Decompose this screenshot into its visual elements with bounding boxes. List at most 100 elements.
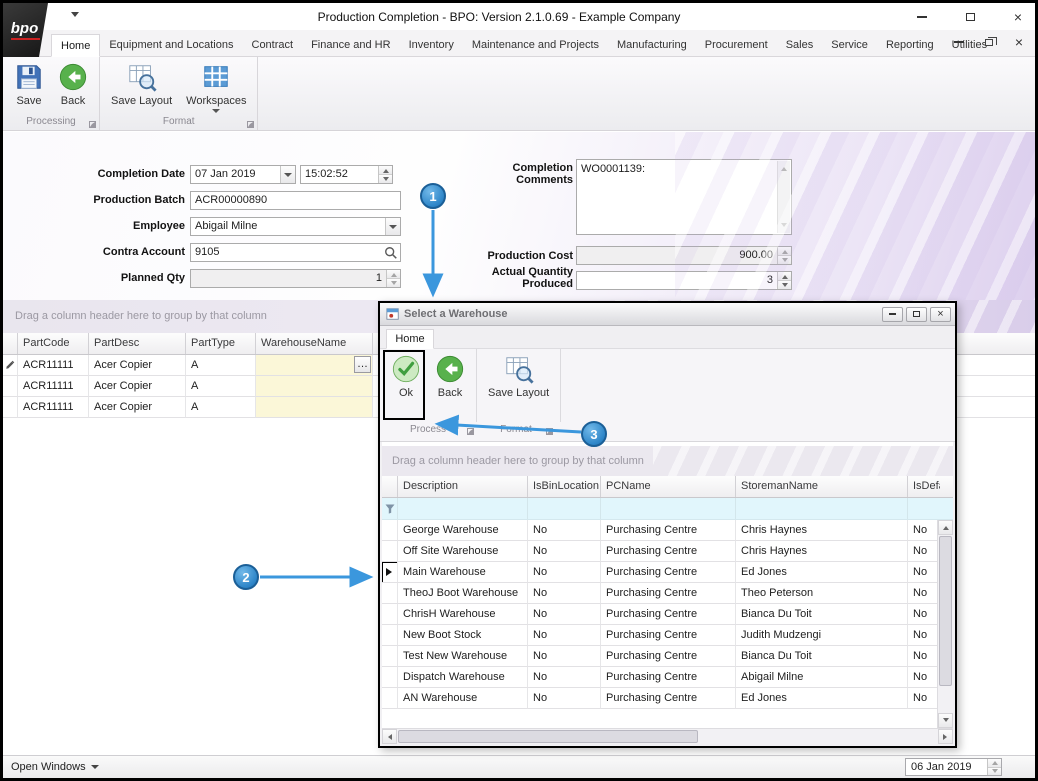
cell-isbinlocation[interactable]: No	[528, 604, 601, 625]
ok-button[interactable]: Ok	[384, 351, 428, 399]
cell-partdesc[interactable]: Acer Copier	[89, 355, 186, 376]
tab-home[interactable]: Home	[51, 34, 100, 57]
cell-partcode[interactable]: ACR11111	[18, 397, 89, 418]
cell-description[interactable]: Dispatch Warehouse	[398, 667, 528, 688]
cell-warehousename[interactable]: …	[256, 355, 373, 376]
tab-inventory[interactable]: Inventory	[400, 34, 463, 57]
tab-contract[interactable]: Contract	[243, 34, 303, 57]
cell-description[interactable]: AN Warehouse	[398, 688, 528, 709]
cell-description[interactable]: Main Warehouse	[398, 562, 528, 583]
warehouse-row[interactable]: George Warehouse No Purchasing Centre Ch…	[382, 520, 953, 541]
cell-isbinlocation[interactable]: No	[528, 583, 601, 604]
dialog-tab-home[interactable]: Home	[386, 329, 434, 349]
cell-pcname[interactable]: Purchasing Centre	[601, 583, 736, 604]
filter-cell[interactable]	[736, 498, 908, 519]
time-spinner[interactable]	[378, 166, 392, 183]
cell-isdefault[interactable]: No	[908, 562, 940, 583]
cell-isdefault[interactable]: No	[908, 520, 940, 541]
tab-manufacturing[interactable]: Manufacturing	[608, 34, 696, 57]
chevron-down-icon[interactable]	[385, 218, 400, 235]
quick-access-caret-icon[interactable]	[71, 12, 79, 21]
cell-description[interactable]: TheoJ Boot Warehouse	[398, 583, 528, 604]
column-header-isbinlocation[interactable]: IsBinLocation	[528, 476, 601, 497]
cell-warehousename[interactable]	[256, 397, 373, 418]
cell-description[interactable]: George Warehouse	[398, 520, 528, 541]
cell-isdefault[interactable]: No	[908, 667, 940, 688]
cell-description[interactable]: Off Site Warehouse	[398, 541, 528, 562]
save-button[interactable]: Save	[7, 59, 51, 107]
warehouse-row[interactable]: AN Warehouse No Purchasing Centre Ed Jon…	[382, 688, 953, 709]
cell-isbinlocation[interactable]: No	[528, 625, 601, 646]
completion-date-input[interactable]: 07 Jan 2019	[190, 165, 296, 184]
dialog-back-button[interactable]: Back	[428, 351, 472, 399]
cell-description[interactable]: ChrisH Warehouse	[398, 604, 528, 625]
scroll-up-button[interactable]	[938, 520, 953, 535]
child-close-button[interactable]: ×	[1013, 36, 1025, 48]
tab-finance-and-hr[interactable]: Finance and HR	[302, 34, 400, 57]
dialog-minimize-button[interactable]	[882, 307, 903, 322]
scroll-down-button[interactable]	[938, 713, 953, 728]
cell-isbinlocation[interactable]: No	[528, 541, 601, 562]
warehouse-row[interactable]: TheoJ Boot Warehouse No Purchasing Centr…	[382, 583, 953, 604]
dialog-titlebar[interactable]: Select a Warehouse ×	[380, 303, 955, 326]
completion-comments-textarea[interactable]: WO0001139:	[576, 159, 792, 235]
warehouse-row[interactable]: ChrisH Warehouse No Purchasing Centre Bi…	[382, 604, 953, 625]
search-icon[interactable]	[384, 246, 398, 260]
warehouse-row[interactable]: Off Site Warehouse No Purchasing Centre …	[382, 541, 953, 562]
tab-maintenance-and-projects[interactable]: Maintenance and Projects	[463, 34, 608, 57]
warehouse-row-selected[interactable]: Main Warehouse No Purchasing Centre Ed J…	[382, 562, 953, 583]
group-launcher-icon[interactable]	[89, 121, 96, 128]
cell-isdefault[interactable]: No	[908, 604, 940, 625]
horizontal-scrollbar[interactable]	[382, 728, 953, 744]
cell-storemanname[interactable]: Abigail Milne	[736, 667, 908, 688]
column-header-description[interactable]: Description	[398, 476, 528, 497]
cell-storemanname[interactable]: Judith Mudzengi	[736, 625, 908, 646]
textarea-scrollbar[interactable]	[777, 161, 790, 233]
cell-isdefault[interactable]: No	[908, 688, 940, 709]
cell-storemanname[interactable]: Bianca Du Toit	[736, 604, 908, 625]
cell-pcname[interactable]: Purchasing Centre	[601, 688, 736, 709]
employee-select[interactable]: Abigail Milne	[190, 217, 401, 236]
scroll-left-button[interactable]	[382, 729, 397, 744]
column-header-parttype[interactable]: PartType	[186, 333, 256, 354]
cell-storemanname[interactable]: Bianca Du Toit	[736, 646, 908, 667]
cell-partcode[interactable]: ACR11111	[18, 376, 89, 397]
column-header-warehousename[interactable]: WarehouseName	[256, 333, 373, 354]
group-launcher-icon[interactable]	[546, 428, 553, 435]
cell-isbinlocation[interactable]: No	[528, 688, 601, 709]
chevron-down-icon[interactable]	[280, 166, 295, 183]
cell-storemanname[interactable]: Theo Peterson	[736, 583, 908, 604]
cell-storemanname[interactable]: Ed Jones	[736, 562, 908, 583]
group-launcher-icon[interactable]	[467, 428, 474, 435]
cell-partcode[interactable]: ACR11111	[18, 355, 89, 376]
actual-qty-spinner[interactable]	[777, 272, 791, 289]
warehouse-row[interactable]: New Boot Stock No Purchasing Centre Judi…	[382, 625, 953, 646]
save-layout-button[interactable]: Save Layout	[104, 59, 179, 107]
column-header-pcname[interactable]: PCName	[601, 476, 736, 497]
cell-storemanname[interactable]: Chris Haynes	[736, 541, 908, 562]
cell-pcname[interactable]: Purchasing Centre	[601, 604, 736, 625]
tab-sales[interactable]: Sales	[777, 34, 823, 57]
dialog-maximize-button[interactable]	[906, 307, 927, 322]
cell-isdefault[interactable]: No	[908, 625, 940, 646]
filter-cell[interactable]	[528, 498, 601, 519]
production-batch-input[interactable]: ACR00000890	[190, 191, 401, 210]
filter-cell[interactable]	[601, 498, 736, 519]
status-date-spinner[interactable]	[987, 759, 1001, 775]
scrollbar-thumb[interactable]	[939, 536, 952, 686]
warehouse-lookup-button[interactable]: …	[354, 356, 371, 373]
child-restore-button[interactable]	[983, 36, 995, 48]
close-button[interactable]: ×	[1011, 10, 1025, 24]
cell-description[interactable]: Test New Warehouse	[398, 646, 528, 667]
cell-parttype[interactable]: A	[186, 355, 256, 376]
actual-qty-input[interactable]: 3	[576, 271, 792, 290]
cell-isdefault[interactable]: No	[908, 541, 940, 562]
completion-time-input[interactable]: 15:02:52	[300, 165, 393, 184]
dialog-close-button[interactable]: ×	[930, 307, 951, 322]
cell-partdesc[interactable]: Acer Copier	[89, 376, 186, 397]
cell-partdesc[interactable]: Acer Copier	[89, 397, 186, 418]
status-date-input[interactable]: 06 Jan 2019	[905, 758, 1002, 776]
cell-isbinlocation[interactable]: No	[528, 667, 601, 688]
minimize-button[interactable]	[915, 10, 929, 24]
cell-storemanname[interactable]: Chris Haynes	[736, 520, 908, 541]
